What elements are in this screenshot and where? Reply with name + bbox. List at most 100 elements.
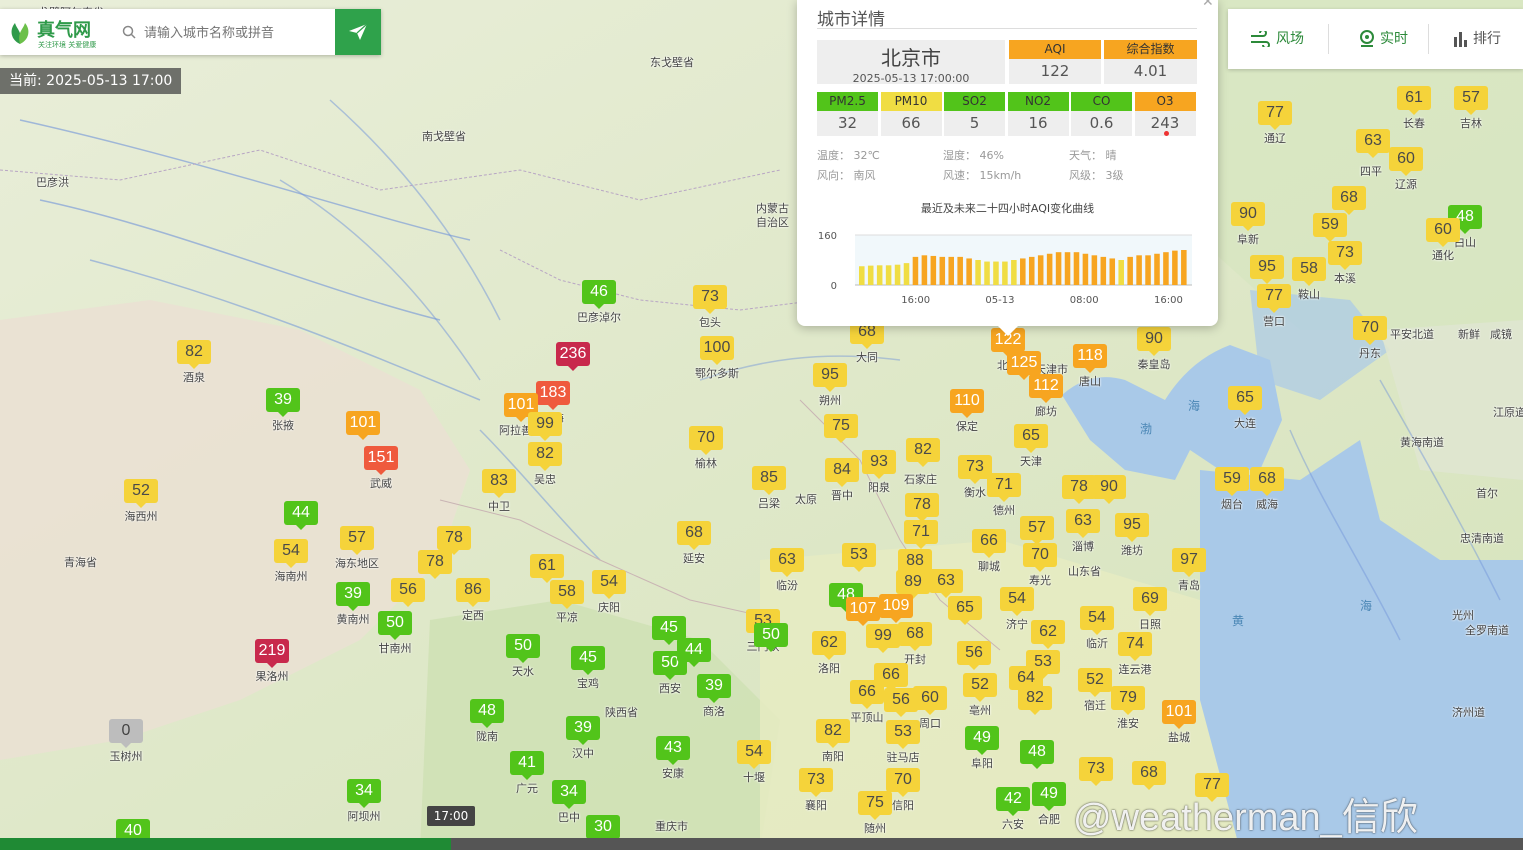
air-quality-map[interactable]: 戈壁阿尔泰省东戈壁省南戈壁省巴彦洪内蒙古自治区青海省陕西省山东省渤海黄海黄海南道…	[0, 0, 1523, 850]
aqi-marker[interactable]: 219 果洛州	[255, 639, 289, 684]
aqi-badge[interactable]: 46	[582, 280, 616, 309]
aqi-marker[interactable]: 50	[754, 623, 788, 652]
aqi-badge[interactable]: 66	[850, 680, 884, 709]
aqi-badge[interactable]: 236	[556, 342, 590, 371]
aqi-badge[interactable]: 63	[929, 569, 963, 598]
aqi-badge[interactable]: 50	[378, 611, 412, 640]
aqi-badge[interactable]: 70	[886, 768, 920, 797]
aqi-badge[interactable]: 56	[391, 578, 425, 607]
aqi-marker[interactable]: 78	[905, 493, 939, 522]
aqi-marker[interactable]: 43 安康	[656, 736, 690, 781]
aqi-marker[interactable]: 52 海西州	[124, 479, 158, 524]
aqi-marker[interactable]: 75	[824, 414, 858, 443]
aqi-badge[interactable]: 219	[255, 639, 289, 668]
aqi-marker[interactable]: 78	[437, 526, 471, 555]
aqi-badge[interactable]: 65	[1228, 386, 1262, 415]
aqi-badge[interactable]: 53	[842, 543, 876, 572]
aqi-badge[interactable]: 78	[437, 526, 471, 555]
aqi-marker[interactable]: 79 淮安	[1111, 686, 1145, 731]
aqi-marker[interactable]: 44	[284, 501, 318, 530]
aqi-marker[interactable]: 77 通辽	[1258, 101, 1292, 146]
aqi-badge[interactable]: 100	[700, 336, 734, 365]
aqi-marker[interactable]: 65	[948, 596, 982, 625]
mode-realtime-button[interactable]: 实时	[1358, 9, 1408, 69]
aqi-marker[interactable]: 109	[879, 594, 913, 623]
aqi-marker[interactable]: 39 汉中	[566, 716, 600, 761]
aqi-badge[interactable]: 78	[905, 493, 939, 522]
aqi-marker[interactable]: 58 鞍山	[1292, 257, 1326, 302]
aqi-badge[interactable]: 112	[1029, 374, 1063, 403]
aqi-badge[interactable]: 63	[1066, 509, 1100, 538]
aqi-marker[interactable]: 62	[1031, 620, 1065, 649]
aqi-marker[interactable]: 83 中卫	[482, 469, 516, 514]
aqi-marker[interactable]: 50 天水	[506, 634, 540, 679]
aqi-badge[interactable]: 65	[948, 596, 982, 625]
aqi-marker[interactable]: 107	[846, 597, 880, 626]
aqi-marker[interactable]: 56	[957, 641, 991, 670]
aqi-badge[interactable]: 68	[1332, 186, 1366, 215]
search-input[interactable]	[142, 21, 326, 45]
aqi-badge[interactable]: 90	[1137, 327, 1171, 356]
aqi-marker[interactable]: 30	[586, 815, 620, 844]
aqi-badge[interactable]: 71	[987, 473, 1021, 502]
aqi-marker[interactable]: 82 南阳	[816, 719, 850, 764]
aqi-badge[interactable]: 70	[1353, 316, 1387, 345]
aqi-marker[interactable]: 99	[528, 412, 562, 441]
aqi-marker[interactable]: 70 榆林	[689, 426, 723, 471]
aqi-badge[interactable]: 90	[1092, 475, 1126, 504]
aqi-marker[interactable]: 82 吴忠	[528, 442, 562, 487]
aqi-marker[interactable]: 90 阜新	[1231, 202, 1265, 247]
aqi-badge[interactable]: 97	[1172, 548, 1206, 577]
aqi-badge[interactable]: 54	[274, 539, 308, 568]
time-slider-progress[interactable]	[0, 838, 451, 850]
aqi-marker[interactable]: 73 本溪	[1328, 241, 1362, 286]
aqi-marker[interactable]: 53 驻马店	[886, 720, 920, 765]
aqi-badge[interactable]: 57	[1454, 86, 1488, 115]
aqi-marker[interactable]: 66 聊城	[972, 529, 1006, 574]
aqi-badge[interactable]: 62	[812, 631, 846, 660]
aqi-badge[interactable]: 85	[752, 466, 786, 495]
aqi-badge[interactable]: 74	[1118, 632, 1152, 661]
aqi-badge[interactable]: 48	[470, 699, 504, 728]
aqi-badge[interactable]: 101	[346, 411, 380, 440]
aqi-badge[interactable]: 44	[677, 638, 711, 667]
aqi-marker[interactable]: 82 酒泉	[177, 340, 211, 385]
aqi-marker[interactable]: 41 广元	[510, 751, 544, 796]
aqi-marker[interactable]: 68 威海	[1250, 467, 1284, 512]
aqi-badge[interactable]: 95	[1115, 513, 1149, 542]
aqi-marker[interactable]: 57 吉林	[1454, 86, 1488, 131]
aqi-badge[interactable]: 109	[879, 594, 913, 623]
aqi-badge[interactable]: 48	[1020, 740, 1054, 769]
aqi-badge[interactable]: 95	[1250, 255, 1284, 284]
aqi-marker[interactable]: 110 保定	[950, 389, 984, 434]
search-button[interactable]	[335, 9, 381, 55]
aqi-marker[interactable]: 99	[866, 624, 900, 653]
aqi-marker[interactable]: 63 临汾	[770, 548, 804, 593]
aqi-marker[interactable]: 68 大同	[850, 320, 884, 365]
aqi-marker[interactable]: 54 庆阳	[592, 570, 626, 615]
aqi-badge[interactable]: 93	[862, 450, 896, 479]
aqi-badge[interactable]: 42	[996, 787, 1030, 816]
aqi-badge[interactable]: 66	[972, 529, 1006, 558]
aqi-marker[interactable]: 90 秦皇岛	[1137, 327, 1171, 372]
aqi-marker[interactable]: 54 济宁	[1000, 587, 1034, 632]
aqi-marker[interactable]: 61 长春	[1397, 86, 1431, 131]
aqi-badge[interactable]: 50	[506, 634, 540, 663]
aqi-badge[interactable]: 61	[1397, 86, 1431, 115]
aqi-badge[interactable]: 68	[1132, 761, 1166, 790]
aqi-marker[interactable]: 53	[842, 543, 876, 572]
aqi-marker[interactable]: 82	[906, 438, 940, 467]
aqi-marker[interactable]: 78	[418, 550, 452, 579]
aqi-badge[interactable]: 54	[737, 740, 771, 769]
aqi-marker[interactable]: 101 盐城	[1162, 700, 1196, 745]
aqi-marker[interactable]: 78	[1062, 475, 1096, 504]
aqi-badge[interactable]: 34	[552, 780, 586, 809]
aqi-badge[interactable]: 41	[510, 751, 544, 780]
aqi-badge[interactable]: 54	[592, 570, 626, 599]
mode-ranking-button[interactable]: 排行	[1453, 9, 1501, 69]
aqi-badge[interactable]: 68	[898, 622, 932, 651]
aqi-badge[interactable]: 63	[1356, 129, 1390, 158]
aqi-badge[interactable]: 71	[904, 520, 938, 549]
aqi-badge[interactable]: 44	[284, 501, 318, 530]
aqi-badge[interactable]: 82	[906, 438, 940, 467]
